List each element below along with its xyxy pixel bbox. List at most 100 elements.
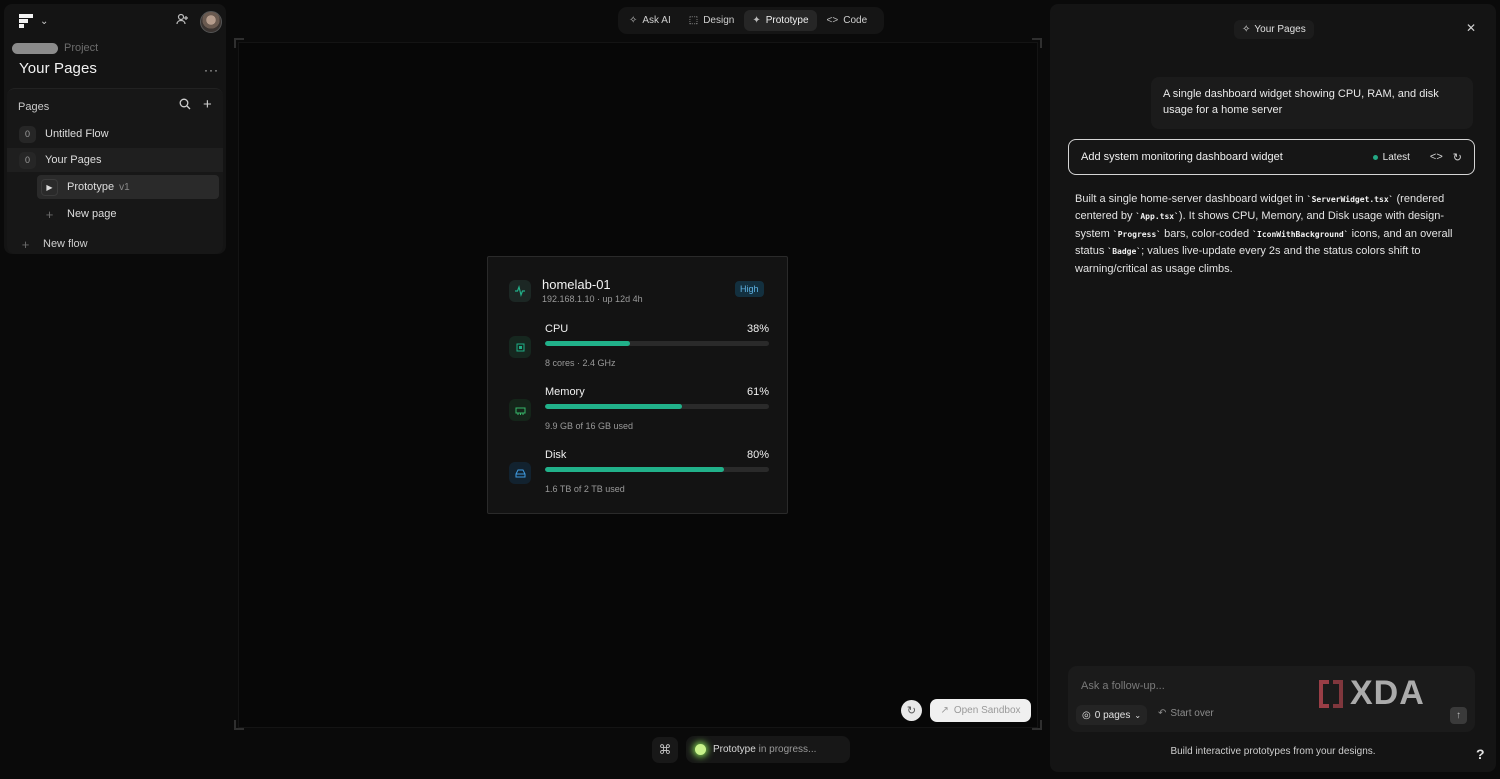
refresh-icon: ↻: [906, 705, 917, 717]
prototype-icon: ✦: [752, 15, 761, 26]
app-logo-icon: [19, 14, 33, 28]
refresh-preview-button[interactable]: ↻: [901, 700, 922, 721]
server-widget: homelab-01 192.168.1.10 · up 12d 4h High…: [487, 256, 788, 514]
flow-count-badge: 0: [19, 125, 36, 143]
chevron-down-icon: ⌄: [40, 15, 49, 27]
canvas-corner: [234, 38, 244, 48]
metric-progress-fill: [545, 467, 725, 472]
metric-percent: 80%: [746, 449, 769, 461]
tab-design[interactable]: ⬚ Design: [681, 10, 743, 31]
version-card[interactable]: Add system monitoring dashboard widget L…: [1068, 139, 1475, 175]
server-hostname: homelab-01: [542, 277, 611, 292]
left-sidebar: ⌄ Project Your Pages ··· Pages + 0 Untit…: [4, 4, 226, 254]
page-item-label: Prototype: [67, 181, 115, 193]
latest-label: Latest: [1382, 151, 1410, 163]
memory-icon: [509, 399, 531, 421]
message-text: bars, color-coded: [1161, 227, 1253, 240]
add-page-icon[interactable]: +: [203, 96, 212, 113]
open-sandbox-label: Open Sandbox: [953, 705, 1021, 716]
workspace-menu-button[interactable]: ⌄: [18, 13, 48, 29]
pages-context-chip[interactable]: ◎ 0 pages ⌄: [1076, 705, 1148, 725]
user-message: A single dashboard widget showing CPU, R…: [1151, 77, 1473, 129]
help-icon[interactable]: ?: [1476, 746, 1485, 762]
metric-detail: 9.9 GB of 16 GB used: [545, 421, 634, 431]
new-page-label: New page: [67, 208, 117, 220]
breadcrumb: Project: [12, 42, 98, 54]
metric-progress-track: [545, 341, 769, 346]
close-icon[interactable]: ✕: [1466, 21, 1476, 35]
generation-status: Prototype in progress...: [686, 736, 850, 763]
external-link-icon: ↗: [940, 705, 949, 716]
tab-label: Prototype: [765, 15, 809, 26]
pages-panel: Pages + 0 Untitled Flow 0 Your Pages ▶ P…: [7, 88, 223, 254]
metric-detail: 8 cores · 2.4 GHz: [545, 358, 616, 368]
metric-cpu: CPU 38% 8 cores · 2.4 GHz: [488, 321, 789, 375]
metric-progress-track: [545, 404, 769, 409]
command-menu-button[interactable]: ⌘: [652, 737, 678, 763]
chevron-down-icon: ⌄: [1134, 710, 1142, 720]
code-view-icon[interactable]: <>: [1430, 151, 1443, 163]
metric-name: Memory: [545, 386, 585, 398]
status-state: in progress...: [755, 744, 817, 755]
page-title: Your Pages: [19, 60, 98, 77]
at-icon: ◎: [1082, 709, 1091, 721]
add-user-icon[interactable]: [176, 13, 189, 29]
start-over-label: Start over: [1170, 708, 1214, 719]
tab-ask-ai[interactable]: ✧ Ask AI: [621, 10, 679, 31]
message-text: Built a single home-server dashboard wid…: [1075, 193, 1307, 205]
search-icon[interactable]: [179, 98, 191, 113]
follow-up-input[interactable]: Ask a follow-up...: [1081, 680, 1165, 692]
tab-label: Ask AI: [642, 15, 671, 26]
plus-icon: +: [21, 236, 30, 252]
canvas-corner: [234, 720, 244, 730]
metric-progress-track: [545, 467, 769, 472]
server-address-uptime: 192.168.1.10 · up 12d 4h: [542, 294, 643, 304]
tab-label: Design: [703, 15, 735, 26]
tab-code[interactable]: <> Code: [819, 10, 876, 31]
design-icon: ⬚: [688, 15, 699, 26]
chat-composer: Ask a follow-up... XDA ◎ 0 pages ⌄ ↶ Sta…: [1068, 666, 1475, 732]
page-item-prototype[interactable]: ▶ Prototype v1: [37, 175, 219, 199]
chat-title-label: Your Pages: [1254, 24, 1306, 35]
send-button[interactable]: ↑: [1450, 707, 1467, 724]
open-sandbox-button[interactable]: ↗ Open Sandbox: [930, 699, 1031, 722]
mode-switcher: ✧ Ask AI ⬚ Design ✦ Prototype <> Code: [618, 7, 884, 34]
latest-badge: Latest: [1372, 151, 1410, 163]
cpu-icon: [509, 336, 531, 358]
command-icon: ⌘: [658, 742, 672, 757]
new-flow-button[interactable]: + New flow: [7, 232, 223, 256]
metric-progress-fill: [545, 404, 682, 409]
status-subject: Prototype: [713, 744, 756, 755]
metric-name: Disk: [545, 449, 567, 461]
flow-item-untitled[interactable]: 0 Untitled Flow: [7, 122, 223, 146]
arrow-up-icon: ↑: [1456, 710, 1461, 721]
flow-item-your-pages[interactable]: 0 Your Pages: [7, 148, 223, 172]
pages-chip-label: 0 pages: [1094, 709, 1131, 721]
flow-count-badge: 0: [19, 151, 36, 169]
breadcrumb-project: Project: [64, 42, 99, 54]
xda-watermark: XDA: [1316, 674, 1425, 713]
watermark-text: XDA: [1350, 674, 1425, 712]
inline-code: `Badge`: [1107, 247, 1142, 257]
plus-icon: +: [45, 206, 54, 222]
redacted-workspace-pill: [12, 42, 58, 54]
tab-label: Code: [843, 15, 868, 26]
chat-panel: ✧ Your Pages ✕ A single dashboard widget…: [1050, 4, 1496, 772]
sparkle-icon: ✧: [629, 15, 638, 26]
restore-icon[interactable]: ↻: [1453, 151, 1462, 164]
new-page-button[interactable]: + New page: [37, 202, 219, 226]
tab-prototype[interactable]: ✦ Prototype: [744, 10, 817, 31]
more-options-icon[interactable]: ···: [204, 63, 219, 77]
metric-memory: Memory 61% 9.9 GB of 16 GB used: [488, 384, 789, 438]
pages-heading: Pages: [18, 101, 50, 113]
inline-code: `App.tsx`: [1135, 212, 1179, 222]
code-icon: <>: [826, 15, 839, 26]
chat-title: ✧ Your Pages: [1234, 20, 1314, 39]
version-label: v1: [119, 181, 130, 193]
start-over-button[interactable]: ↶ Start over: [1158, 708, 1214, 719]
metric-detail: 1.6 TB of 2 TB used: [545, 484, 625, 494]
version-title: Add system monitoring dashboard widget: [1081, 151, 1283, 163]
avatar[interactable]: [200, 11, 222, 33]
metric-name: CPU: [545, 323, 569, 335]
canvas-corner: [1032, 38, 1042, 48]
